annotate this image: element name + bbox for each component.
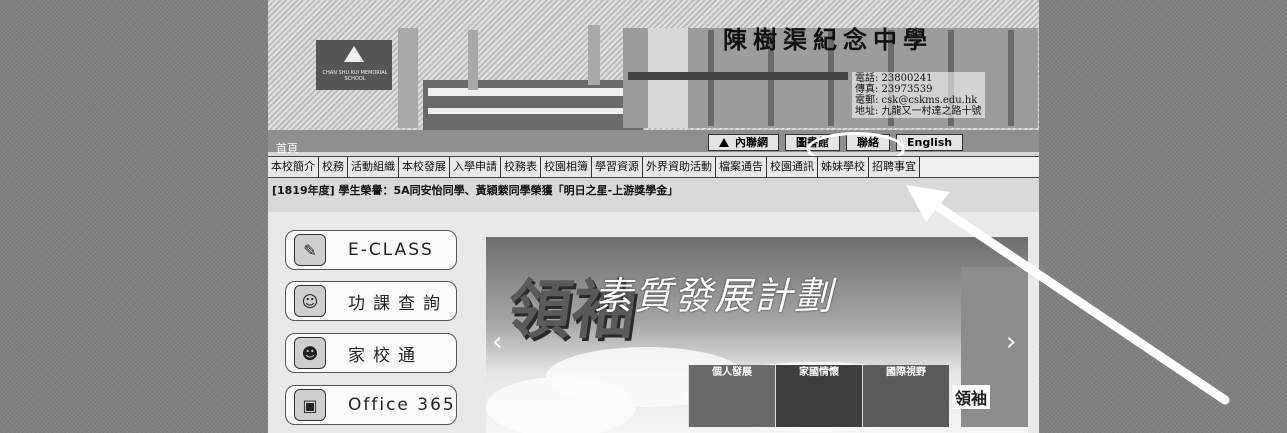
eclass-icon: ✎: [294, 234, 326, 266]
nav-funded-activities[interactable]: 外界資助活動: [643, 157, 716, 177]
nav-newsletter[interactable]: 校園通訊: [767, 157, 818, 177]
slide-seal: 領袖: [952, 385, 991, 409]
content-area: ✎ E-CLASS ☺ 功課查詢 ☻ 家校通 ▣ Office 365 領袖 素…: [268, 212, 1039, 433]
slide-col-global: 國際視野: [886, 367, 926, 378]
nav-admission[interactable]: 入學申請: [450, 157, 501, 177]
home-link[interactable]: 首頁: [276, 140, 298, 156]
nav-learning-resources[interactable]: 學習資源: [592, 157, 643, 177]
main-nav: 本校簡介 校務 活動組織 本校發展 入學申請 校務表 校園相簿 學習資源 外界資…: [268, 156, 1039, 178]
nav-development[interactable]: 本校發展: [399, 157, 450, 177]
news-marquee[interactable]: [1819年度] 學生榮譽：5A同安怡同學、黃穎縈同學榮獲「明日之星-上游獎學金…: [272, 182, 678, 198]
nav-album[interactable]: 校園相簿: [541, 157, 592, 177]
contact-info: 電話: 23800241 傳真: 23973539 電郵: csk@cskms.…: [852, 72, 985, 118]
next-slide-icon[interactable]: ›: [1006, 327, 1016, 357]
logo-text: CHAN SHU KUI MEMORIAL SCHOOL: [322, 70, 388, 82]
school-homepage: CHAN SHU KUI MEMORIAL SCHOOL 陳樹渠紀念中學 電話:…: [268, 0, 1039, 433]
nav-about[interactable]: 本校簡介: [268, 157, 319, 177]
nav-activities[interactable]: 活動組織: [348, 157, 399, 177]
house-icon: [719, 138, 729, 147]
family-icon: ☻: [294, 337, 326, 369]
school-name: 陳樹渠紀念中學: [723, 25, 933, 54]
contact-email: 電郵: csk@cskms.edu.hk: [855, 95, 978, 106]
nav-recruitment[interactable]: 招聘事宜: [869, 157, 920, 177]
eclass-label: E-CLASS: [348, 240, 434, 260]
top-nav: 首頁 內聯網 圖書館 聯絡 English: [268, 130, 1039, 155]
eclass-button[interactable]: ✎ E-CLASS: [285, 230, 457, 270]
slide-columns: 個人發展 家國情懷 國際視野: [688, 365, 949, 427]
intranet-link[interactable]: 內聯網: [708, 134, 779, 151]
banner: CHAN SHU KUI MEMORIAL SCHOOL 陳樹渠紀念中學 電話:…: [268, 0, 1039, 130]
family-school-label: 家校通: [348, 345, 423, 366]
office365-button[interactable]: ▣ Office 365: [285, 385, 457, 425]
english-link[interactable]: English: [896, 134, 964, 151]
office-icon: ▣: [294, 389, 326, 421]
contact-fax: 傳真: 23973539: [855, 84, 933, 95]
nav-school-affairs[interactable]: 校務: [319, 157, 348, 177]
school-logo: CHAN SHU KUI MEMORIAL SCHOOL: [316, 40, 392, 90]
office365-label: Office 365: [348, 395, 456, 415]
homework-label: 功課查詢: [348, 293, 448, 314]
nav-schedule[interactable]: 校務表: [501, 157, 541, 177]
contact-phone: 電話: 23800241: [855, 73, 933, 84]
contact-address: 地址: 九龍又一村達之路十號: [855, 106, 982, 117]
nav-circulars[interactable]: 檔案通告: [716, 157, 767, 177]
slide-col-nation: 家國情懷: [799, 367, 839, 378]
homework-button[interactable]: ☺ 功課查詢: [285, 281, 457, 321]
prev-slide-icon[interactable]: ‹: [492, 327, 502, 357]
homework-icon: ☺: [294, 285, 326, 317]
family-school-button[interactable]: ☻ 家校通: [285, 333, 457, 373]
nav-sister-schools[interactable]: 姊妹學校: [818, 157, 869, 177]
logo-triangle-icon: [344, 46, 364, 62]
slide-title: 素質發展計劃: [594, 274, 835, 318]
slideshow[interactable]: 領袖 素質發展計劃 個人發展 家國情懷 國際視野 領袖 ‹ ›: [486, 237, 1028, 433]
slide-col-personal: 個人發展: [712, 367, 752, 378]
